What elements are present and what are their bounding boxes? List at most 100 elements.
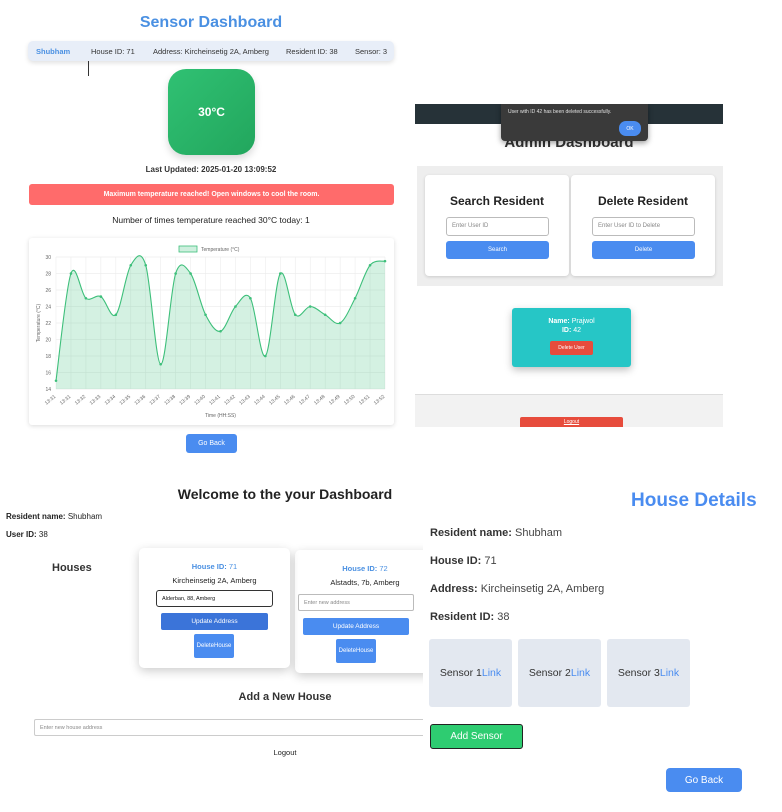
house-card-71: House ID: 71 Kircheinsetig 2A, Amberg Al… [139, 548, 290, 668]
temperature-alert: Maximum temperature reached! Open window… [29, 184, 394, 205]
delete-house-button[interactable]: Delete House [194, 634, 234, 658]
success-toast: User with ID 42 has been deleted success… [501, 104, 648, 141]
go-back-button[interactable]: Go Back [186, 434, 237, 453]
resident-id-line: Resident ID: 38 [430, 611, 510, 623]
data-point [293, 313, 297, 317]
sensor-dashboard-title: Sensor Dashboard [139, 14, 283, 31]
data-point [368, 263, 372, 267]
data-point [249, 296, 252, 300]
houses-label: Houses [52, 562, 92, 574]
legend-swatch [178, 245, 198, 253]
delete-user-button[interactable]: Delete User [550, 341, 593, 355]
house-id-text: House ID: 71 [91, 47, 135, 56]
x-tick-label: 13:49 [328, 394, 342, 407]
resident-id-text: Resident ID: 38 [286, 47, 338, 56]
temperature-chart: 30282624222018161413:31 13:31 13:32 13:33 13… [36, 245, 387, 419]
logout-link[interactable]: Logout [0, 748, 427, 757]
x-tick-label: 13:36 [134, 394, 148, 407]
search-button[interactable]: Search [446, 241, 549, 259]
welcome-title: Welcome to the your Dashboard [177, 486, 393, 502]
logout-button[interactable]: Logout [520, 417, 623, 427]
sensor-3-link[interactable]: Link [660, 667, 679, 679]
add-house-title: Add a New House [238, 691, 332, 703]
new-house-address-input[interactable]: Enter new house address [34, 719, 427, 736]
admin-dashboard-panel: Admin Dashboard User with ID 42 has been… [415, 104, 723, 427]
x-tick-label: 13:40 [193, 394, 207, 407]
data-point [383, 259, 387, 263]
x-tick-label: 13:37 [149, 394, 163, 407]
y-tick-label: 22 [45, 321, 51, 327]
sensor-tile-1: Sensor 1 Link [429, 639, 512, 707]
go-back-button[interactable]: Go Back [666, 768, 742, 792]
house-details-panel: House Details Resident name: Shubham Hou… [423, 485, 782, 812]
search-resident-title: Search Resident [449, 194, 545, 208]
legend-label: Temperature (°C) [201, 247, 240, 253]
data-point [129, 263, 133, 267]
sensor-tile-3: Sensor 3 Link [607, 639, 690, 707]
update-address-button[interactable]: Update Address [303, 618, 409, 635]
threshold-count: Number of times temperature reached 30°C… [112, 215, 310, 225]
data-point [159, 362, 162, 366]
data-point [338, 321, 342, 325]
x-tick-label: 13:31 [44, 394, 58, 407]
add-sensor-button[interactable]: Add Sensor [430, 724, 523, 749]
delete-house-button[interactable]: Delete House [336, 639, 376, 663]
address-line: Address: Kircheinsetig 2A, Amberg [430, 583, 605, 595]
resident-result-card: Name: Prajwol ID: 42 Delete User [512, 308, 631, 367]
toast-message: User with ID 42 has been deleted success… [508, 109, 612, 115]
data-point [144, 263, 148, 267]
update-address-button[interactable]: Update Address [161, 613, 268, 630]
y-tick-label: 30 [45, 255, 51, 261]
data-point [308, 305, 312, 308]
address-text: Address: Kircheinsetig 2A, Amberg [153, 47, 269, 56]
new-address-input[interactable]: Alderban, 88, Amberg [156, 590, 273, 607]
resident-name-line: Resident name: Shubham [430, 527, 563, 539]
y-tick-label: 18 [45, 354, 51, 360]
result-id-line: ID: 42 [561, 327, 582, 334]
sensor-dashboard-panel: Sensor Dashboard Shubham House ID: 71 Ad… [0, 0, 415, 470]
sensor-1-link[interactable]: Link [482, 667, 501, 679]
y-tick-label: 20 [45, 337, 51, 343]
x-tick-label: 13:45 [268, 394, 282, 407]
data-point [84, 296, 88, 300]
sensor-info-bar: Shubham House ID: 71 Address: Kircheinse… [28, 41, 394, 61]
sensor-2-link[interactable]: Link [571, 667, 590, 679]
y-tick-label: 28 [45, 271, 51, 277]
search-user-id-input[interactable]: Enter User ID [446, 217, 549, 236]
delete-resident-card: Delete Resident Enter User ID to Delete … [571, 175, 715, 276]
delete-button[interactable]: Delete [592, 241, 695, 259]
x-tick-label: 13:31 [59, 394, 73, 407]
data-point [219, 329, 222, 333]
sensor-text: Sensor: 3 [355, 47, 388, 56]
y-tick-label: 26 [45, 288, 51, 294]
new-address-input[interactable]: Enter new address [298, 594, 414, 611]
delete-user-id-input[interactable]: Enter User ID to Delete [592, 217, 695, 236]
x-tick-label: 13:46 [283, 394, 297, 407]
x-tick-label: 13:51 [358, 394, 372, 407]
toast-ok-button[interactable]: OK [619, 121, 641, 136]
data-point [174, 272, 177, 275]
house-id: House ID: 71 [191, 562, 238, 571]
alert-text: Maximum temperature reached! Open window… [103, 191, 320, 198]
admin-actions-area: Search Resident Enter User ID Search Del… [417, 166, 723, 286]
x-tick-label: 13:38 [163, 394, 177, 407]
house-address: Alstadts, 7b, Amberg [330, 578, 400, 587]
house-address: Kircheinsetig 2A, Amberg [172, 576, 257, 585]
admin-footer: Logout [415, 394, 723, 427]
data-point [114, 313, 118, 317]
house-details-title: House Details [631, 490, 757, 511]
x-tick-label: 13:39 [178, 394, 192, 407]
x-tick-label: 13:52 [373, 394, 387, 407]
house-card-72: House ID: 72 Alstadts, 7b, Amberg Enter … [295, 550, 427, 673]
text-cursor [88, 61, 89, 76]
user-id-line: User ID: 38 [6, 530, 48, 539]
data-point [264, 354, 267, 358]
x-tick-label: 13:35 [119, 394, 133, 407]
y-tick-label: 14 [45, 387, 51, 393]
x-tick-label: 13:44 [253, 394, 267, 407]
data-point [99, 295, 103, 298]
x-tick-label: 13:43 [238, 394, 252, 407]
house-id: House ID: 72 [342, 564, 388, 573]
data-point [323, 313, 327, 317]
search-resident-card: Search Resident Enter User ID Search [425, 175, 569, 276]
